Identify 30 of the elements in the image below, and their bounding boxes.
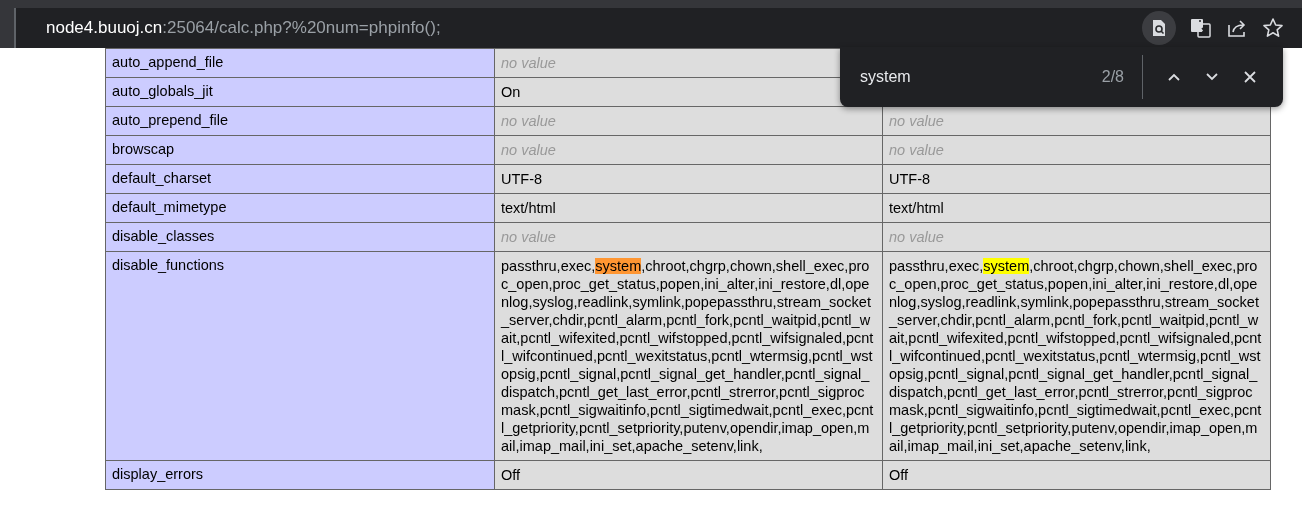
master-value-cell: no value: [882, 222, 1271, 252]
match-count: 2/8: [1101, 68, 1124, 86]
master-value-cell: no value: [882, 135, 1271, 165]
master-value-cell: no value: [882, 106, 1271, 136]
local-value-cell: UTF-8: [494, 164, 883, 194]
directive-cell: auto_append_file: [105, 48, 495, 78]
share-icon[interactable]: [1226, 17, 1248, 39]
local-value-cell: text/html: [494, 193, 883, 223]
local-value-cell: Off: [494, 460, 883, 490]
directive-cell: browscap: [105, 135, 495, 165]
master-value-cell: UTF-8: [882, 164, 1271, 194]
local-value-cell: passthru,exec,system,chroot,chgrp,chown,shell_exec,proc_open,proc_get_status,popen,ini_alter,ini_restore,dl,openlog,syslog,readlink,symlink,popepassthru,stream_socket_server,chdir,pcntl_alarm,pcntl_fork,pcntl_waitpid,pcntl_wait,pcntl_wifexited,pcntl_wifstopped,pcntl_wifsignaled,pcntl_wifcontinued,pcntl_wexitstatus,pcntl_wtermsig,pcntl_wstopsig,pcntl_signal,pcntl_signal_get_handler,pcntl_signal_dispatch,pcntl_get_last_error,pcntl_strerror,pcntl_sigprocmask,pcntl_sigwaitinfo,pcntl_sigtimedwait,pcntl_exec,pcntl_getpriority,pcntl_setpriority,putenv,opendir,imap_open,mail,imap_mail,ini_set,apache_setenv,link,: [494, 251, 883, 461]
directive-cell: disable_functions: [105, 251, 495, 461]
local-value-cell: no value: [494, 135, 883, 165]
directive-cell: auto_prepend_file: [105, 106, 495, 136]
directive-cell: auto_globals_jit: [105, 77, 495, 107]
directive-cell: display_errors: [105, 460, 495, 490]
directive-cell: default_mimetype: [105, 193, 495, 223]
master-value-cell: passthru,exec,system,chroot,chgrp,chown,shell_exec,proc_open,proc_get_status,popen,ini_alter,ini_restore,dl,openlog,syslog,readlink,symlink,popepassthru,stream_socket_server,chdir,pcntl_alarm,pcntl_fork,pcntl_waitpid,pcntl_wait,pcntl_wifexited,pcntl_wifstopped,pcntl_wifsignaled,pcntl_wifcontinued,pcntl_wexitstatus,pcntl_wtermsig,pcntl_wstopsig,pcntl_signal,pcntl_signal_get_handler,pcntl_signal_dispatch,pcntl_get_last_error,pcntl_strerror,pcntl_sigprocmask,pcntl_sigwaitinfo,pcntl_sigtimedwait,pcntl_exec,pcntl_getpriority,pcntl_setpriority,putenv,opendir,imap_open,mail,imap_mail,ini_set,apache_setenv,link,: [882, 251, 1271, 461]
master-value-cell: text/html: [882, 193, 1271, 223]
find-in-page-icon[interactable]: [1142, 11, 1176, 45]
close-icon: [1243, 70, 1257, 84]
directive-cell: default_charset: [105, 164, 495, 194]
local-value-cell: no value: [494, 106, 883, 136]
url-text[interactable]: node4.buuoj.cn:25064/calc.php?%20num=phpinfo();: [46, 18, 1142, 38]
directive-cell: disable_classes: [105, 222, 495, 252]
address-bar[interactable]: node4.buuoj.cn:25064/calc.php?%20num=phpinfo();: [14, 8, 1302, 48]
local-value-cell: no value: [494, 222, 883, 252]
master-value-cell: Off: [882, 460, 1271, 490]
star-icon[interactable]: [1262, 17, 1284, 39]
